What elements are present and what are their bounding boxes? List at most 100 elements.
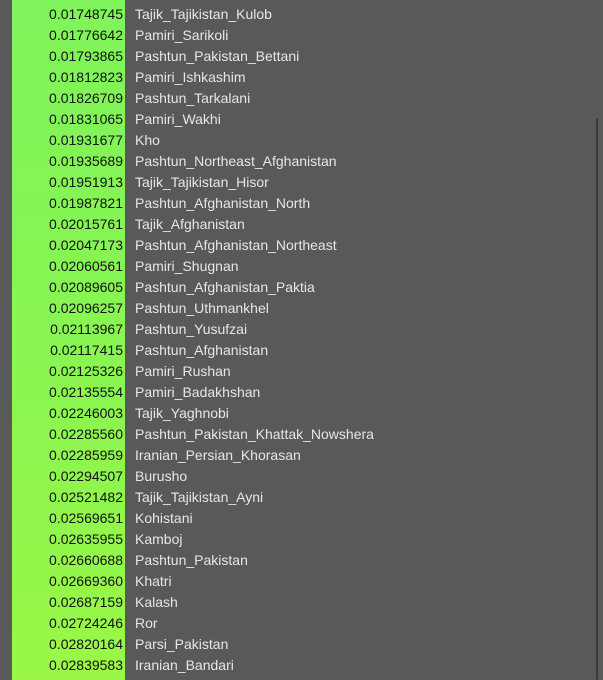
distance-value: 0.01812823 xyxy=(49,69,123,85)
vertical-scrollbar[interactable] xyxy=(596,118,598,680)
table-row: 0.02820164 Parsi_Pakistan xyxy=(12,634,603,655)
population-name: Parsi_Pakistan xyxy=(135,636,229,652)
population-name: Kamboj xyxy=(135,531,183,547)
population-name: Iranian_Bandari xyxy=(135,657,234,673)
distance-value: 0.01831065 xyxy=(49,111,123,127)
population-name: Pashtun_Afghanistan_Northeast xyxy=(135,237,337,253)
population-name: Pamiri_Rushan xyxy=(135,363,231,379)
distance-value: 0.02096257 xyxy=(49,300,123,316)
distance-value: 0.01951913 xyxy=(49,174,123,190)
table-row: 0.02669360 Khatri xyxy=(12,571,603,592)
population-name: Burusho xyxy=(135,468,188,484)
population-name: Kho xyxy=(135,132,160,148)
population-name: Tajik_Tajikistan_Ayni xyxy=(135,489,264,505)
population-name: Iranian_Persian_Khorasan xyxy=(135,447,301,463)
distance-value: 0.02246003 xyxy=(49,405,123,421)
population-name: Pashtun_Tarkalani xyxy=(135,90,251,106)
table-row: 0.02047173 Pashtun_Afghanistan_Northeast xyxy=(12,235,603,256)
distance-value: 0.02724246 xyxy=(49,615,123,631)
distance-value: 0.02060561 xyxy=(49,258,123,274)
population-name: Pashtun_Afghanistan_Paktia xyxy=(135,279,315,295)
table-row: 0.02089605 Pashtun_Afghanistan_Paktia xyxy=(12,277,603,298)
table-row: 0.02839583 Iranian_Bandari xyxy=(12,655,603,676)
table-row: 0.02096257 Pashtun_Uthmankhel xyxy=(12,298,603,319)
table-row: 0.01987821 Pashtun_Afghanistan_North xyxy=(12,193,603,214)
distance-value: 0.02015761 xyxy=(49,216,123,232)
table-row: 0.02687159 Kalash xyxy=(12,592,603,613)
distance-value: 0.01793865 xyxy=(49,48,123,64)
distance-value: 0.02113967 xyxy=(50,321,123,337)
distance-results-list: 0.01748745 Tajik_Tajikistan_Kulob 0.017766… xyxy=(12,4,603,676)
distance-value: 0.02089605 xyxy=(49,279,123,295)
distance-value: 0.01776642 xyxy=(49,27,123,43)
distance-value: 0.02285560 xyxy=(49,426,123,442)
distance-value: 0.02135554 xyxy=(49,384,123,400)
population-name: Tajik_Afghanistan xyxy=(135,216,245,232)
table-row: 0.02635955 Kamboj xyxy=(12,529,603,550)
table-row: 0.01931677 Kho xyxy=(12,130,603,151)
table-row: 0.02246003 Tajik_Yaghnobi xyxy=(12,403,603,424)
table-row: 0.01748745 Tajik_Tajikistan_Kulob xyxy=(12,4,603,25)
distance-value: 0.02521482 xyxy=(49,489,123,505)
table-row: 0.02724246 Ror xyxy=(12,613,603,634)
population-name: Pamiri_Ishkashim xyxy=(135,69,246,85)
table-row: 0.02285959 Iranian_Persian_Khorasan xyxy=(12,445,603,466)
distance-value: 0.02635955 xyxy=(49,531,123,547)
distance-value: 0.02687159 xyxy=(49,594,123,610)
distance-value: 0.01987821 xyxy=(49,195,123,211)
population-name: Tajik_Tajikistan_Kulob xyxy=(135,6,272,22)
table-row: 0.02125326 Pamiri_Rushan xyxy=(12,361,603,382)
distance-value: 0.02660688 xyxy=(49,552,123,568)
distance-value: 0.02125326 xyxy=(49,363,123,379)
table-row: 0.01951913 Tajik_Tajikistan_Hisor xyxy=(12,172,603,193)
population-name: Pashtun_Yusufzai xyxy=(135,321,248,337)
table-row: 0.02285560 Pashtun_Pakistan_Khattak_Nowsh… xyxy=(12,424,603,445)
distance-value: 0.02117415 xyxy=(50,342,123,358)
population-name: Pamiri_Shugnan xyxy=(135,258,239,274)
distance-value: 0.02294507 xyxy=(49,468,123,484)
table-row: 0.02060561 Pamiri_Shugnan xyxy=(12,256,603,277)
table-row: 0.02521482 Tajik_Tajikistan_Ayni xyxy=(12,487,603,508)
distance-value: 0.02569651 xyxy=(49,510,123,526)
table-row: 0.02135554 Pamiri_Badakhshan xyxy=(12,382,603,403)
distance-value: 0.02839583 xyxy=(49,657,123,673)
left-gutter xyxy=(0,0,12,680)
population-name: Pashtun_Pakistan_Bettani xyxy=(135,48,300,64)
distance-value: 0.01931677 xyxy=(49,132,123,148)
population-name: Pashtun_Uthmankhel xyxy=(135,300,269,316)
table-row: 0.02660688 Pashtun_Pakistan xyxy=(12,550,603,571)
population-name: Pashtun_Northeast_Afghanistan xyxy=(135,153,337,169)
table-row: 0.01793865 Pashtun_Pakistan_Bettani xyxy=(12,46,603,67)
population-name: Pashtun_Afghanistan_North xyxy=(135,195,311,211)
distance-value: 0.02047173 xyxy=(49,237,123,253)
table-row: 0.02113967 Pashtun_Yusufzai xyxy=(12,319,603,340)
population-name: Pamiri_Wakhi xyxy=(135,111,221,127)
distance-value: 0.01748745 xyxy=(49,6,123,22)
population-name: Kohistani xyxy=(135,510,193,526)
distance-value: 0.02669360 xyxy=(49,573,123,589)
distance-value: 0.02285959 xyxy=(49,447,123,463)
population-name: Pamiri_Sarikoli xyxy=(135,27,229,43)
table-row: 0.02569651 Kohistani xyxy=(12,508,603,529)
table-row: 0.01935689 Pashtun_Northeast_Afghanistan xyxy=(12,151,603,172)
table-row: 0.01812823 Pamiri_Ishkashim xyxy=(12,67,603,88)
population-name: Pashtun_Pakistan_Khattak_Nowshera xyxy=(135,426,374,442)
distance-value: 0.02820164 xyxy=(49,636,123,652)
table-row: 0.01831065 Pamiri_Wakhi xyxy=(12,109,603,130)
distance-value: 0.01826709 xyxy=(49,90,123,106)
distance-value: 0.01935689 xyxy=(49,153,123,169)
distance-results-page: 0.01748745 Tajik_Tajikistan_Kulob 0.017766… xyxy=(0,0,603,680)
table-row: 0.02117415 Pashtun_Afghanistan xyxy=(12,340,603,361)
population-name: Kalash xyxy=(135,594,178,610)
population-name: Tajik_Yaghnobi xyxy=(135,405,229,421)
table-row: 0.02015761 Tajik_Afghanistan xyxy=(12,214,603,235)
population-name: Ror xyxy=(135,615,158,631)
table-row: 0.02294507 Burusho xyxy=(12,466,603,487)
table-row: 0.01776642 Pamiri_Sarikoli xyxy=(12,25,603,46)
population-name: Khatri xyxy=(135,573,172,589)
population-name: Pamiri_Badakhshan xyxy=(135,384,261,400)
population-name: Tajik_Tajikistan_Hisor xyxy=(135,174,269,190)
population-name: Pashtun_Pakistan xyxy=(135,552,248,568)
table-row: 0.01826709 Pashtun_Tarkalani xyxy=(12,88,603,109)
population-name: Pashtun_Afghanistan xyxy=(135,342,269,358)
